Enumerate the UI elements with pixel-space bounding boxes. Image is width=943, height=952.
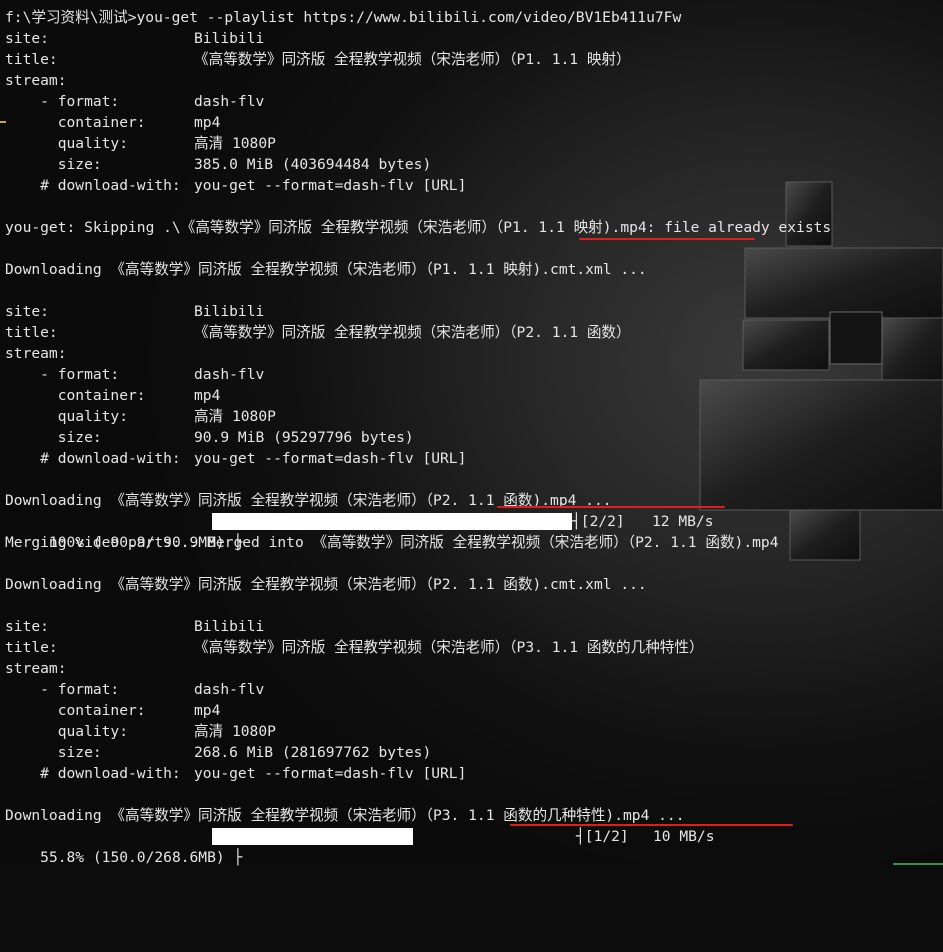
size-label: size:	[5, 744, 102, 761]
container-label: container:	[5, 702, 146, 719]
download-with-label: # download-with:	[5, 450, 181, 467]
format-value: dash-flv	[194, 93, 265, 110]
stream-label: stream:	[5, 345, 67, 362]
quality-label: quality:	[5, 723, 129, 740]
download-with-label: # download-with:	[5, 765, 181, 782]
progress-parts: ┤[1/2]	[576, 828, 629, 845]
command-text[interactable]: you-get --playlist https://www.bilibili.…	[137, 9, 682, 26]
progress-percent: 55.8% (150.0/268.6MB) ├	[40, 849, 243, 866]
progress-parts: ┤[2/2]	[572, 513, 625, 530]
size-value: 90.9 MiB (95297796 bytes)	[194, 429, 414, 446]
title-value: 《高等数学》同济版 全程教学视频（宋浩老师）（P1. 1.1 映射）	[194, 51, 631, 68]
download-with-value: you-get --format=dash-flv [URL]	[194, 450, 467, 467]
downloading-cmt-line: Downloading 《高等数学》同济版 全程教学视频（宋浩老师）（P2. 1…	[5, 576, 647, 593]
site-label: site:	[5, 30, 49, 47]
merging-line: Merging video parts... Merged into 《高等数学…	[5, 534, 779, 551]
prompt: f:\学习资料\测试>	[5, 9, 137, 26]
title-value: 《高等数学》同济版 全程教学视频（宋浩老师）（P3. 1.1 函数的几种特性）	[194, 639, 704, 656]
size-label: size:	[5, 156, 102, 173]
progress-bar-fill	[212, 828, 413, 845]
annotation-underline	[579, 238, 755, 240]
site-label: site:	[5, 303, 49, 320]
progress-speed: 10 MB/s	[653, 828, 715, 845]
download-with-value: you-get --format=dash-flv [URL]	[194, 765, 467, 782]
downloading-cmt-line: Downloading 《高等数学》同济版 全程教学视频（宋浩老师）（P1. 1…	[5, 261, 647, 278]
stream-label: stream:	[5, 72, 67, 89]
download-with-label: # download-with:	[5, 177, 181, 194]
annotation-underline	[510, 824, 793, 826]
quality-value: 高清 1080P	[194, 723, 276, 740]
progress-line: 100% ( 90.9/ 90.9MB) ├ ┤[2/2] 12 MB/s	[5, 511, 714, 551]
title-value: 《高等数学》同济版 全程教学视频（宋浩老师）（P2. 1.1 函数）	[194, 324, 631, 341]
size-label: size:	[5, 429, 102, 446]
container-label: container:	[5, 387, 146, 404]
container-value: mp4	[194, 387, 221, 404]
format-label: - format:	[5, 366, 120, 383]
site-label: site:	[5, 618, 49, 635]
site-value: Bilibili	[194, 618, 265, 635]
terminal-output: f:\学习资料\测试>you-get --playlist https://ww…	[0, 0, 943, 866]
skip-message: you-get: Skipping .\《高等数学》同济版 全程教学视频（宋浩老…	[5, 219, 832, 236]
container-value: mp4	[194, 702, 221, 719]
progress-bar-fill	[212, 513, 572, 530]
container-label: container:	[5, 114, 146, 131]
site-value: Bilibili	[194, 303, 265, 320]
title-label: title:	[5, 51, 58, 68]
quality-value: 高清 1080P	[194, 135, 276, 152]
format-label: - format:	[5, 93, 120, 110]
downloading-mp4-line: Downloading 《高等数学》同济版 全程教学视频（宋浩老师）（P3. 1…	[5, 807, 685, 824]
stream-label: stream:	[5, 660, 67, 677]
title-label: title:	[5, 324, 58, 341]
progress-line: 55.8% (150.0/268.6MB) ├ ┤[1/2] 10 MB/s	[5, 826, 715, 866]
quality-label: quality:	[5, 408, 129, 425]
download-with-value: you-get --format=dash-flv [URL]	[194, 177, 467, 194]
format-value: dash-flv	[194, 681, 265, 698]
size-value: 268.6 MiB (281697762 bytes)	[194, 744, 432, 761]
annotation-underline	[497, 506, 725, 508]
command-line: f:\学习资料\测试>you-get --playlist https://ww…	[5, 7, 681, 28]
title-label: title:	[5, 639, 58, 656]
quality-value: 高清 1080P	[194, 408, 276, 425]
site-value: Bilibili	[194, 30, 265, 47]
container-value: mp4	[194, 114, 221, 131]
format-value: dash-flv	[194, 366, 265, 383]
size-value: 385.0 MiB (403694484 bytes)	[194, 156, 432, 173]
progress-speed: 12 MB/s	[652, 513, 714, 530]
format-label: - format:	[5, 681, 120, 698]
quality-label: quality:	[5, 135, 129, 152]
